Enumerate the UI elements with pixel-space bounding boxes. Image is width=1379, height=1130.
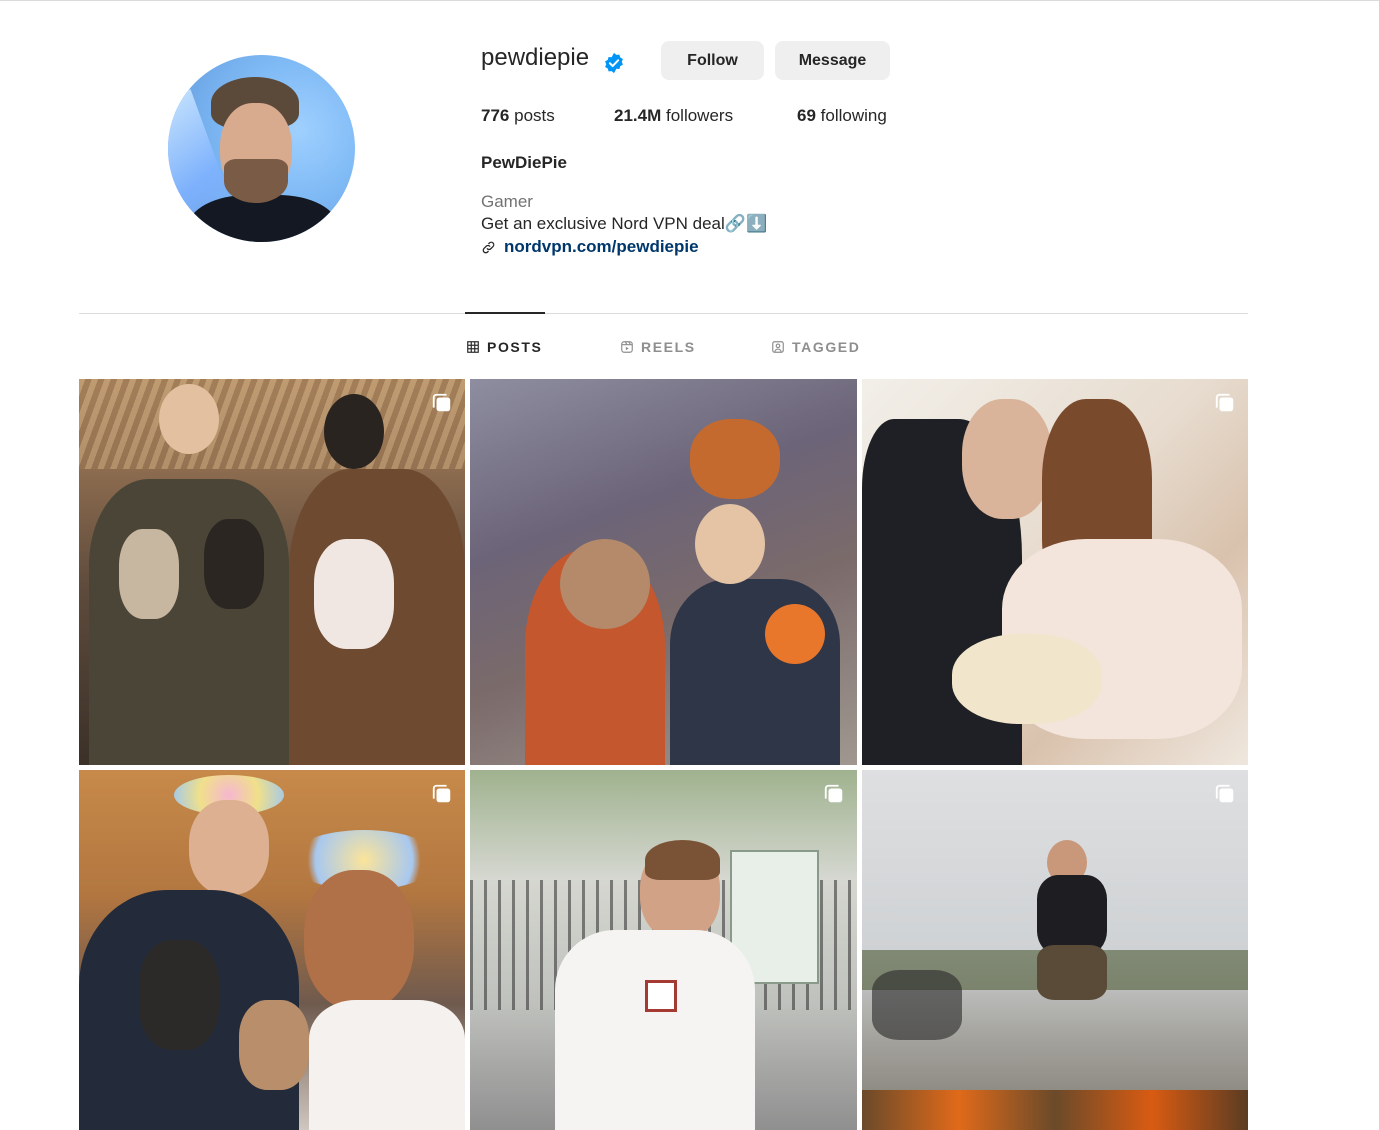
tab-reels-label: REELS (641, 339, 696, 355)
fire-pit (862, 1090, 1248, 1130)
verified-badge-icon (605, 52, 623, 74)
following-label: following (820, 106, 887, 125)
black-pug (204, 519, 264, 609)
pug-dog (119, 529, 179, 619)
man-hair (645, 840, 720, 880)
profile-username: pewdiepie (481, 44, 590, 71)
person-hair (324, 394, 384, 469)
grid-icon (467, 341, 479, 353)
tabs-divider (79, 313, 1248, 314)
multiple-photos-icon (824, 784, 843, 803)
man-head (695, 504, 765, 584)
black-pug (139, 940, 219, 1050)
link-icon (482, 241, 495, 253)
profile-link-text: nordvpn.com/pewdiepie (504, 237, 699, 256)
pumpkin (690, 419, 780, 499)
tab-posts-label: POSTS (487, 339, 543, 355)
jumper-shirt (1037, 875, 1107, 955)
profile-category: Gamer (481, 192, 533, 211)
post-thumbnail-4[interactable] (79, 770, 465, 1130)
woman-hair (304, 870, 414, 1010)
newborn (952, 634, 1102, 724)
post-thumbnail-5[interactable] (470, 770, 857, 1130)
jumper-shorts (1037, 945, 1107, 1000)
profile-link[interactable]: nordvpn.com/pewdiepie (481, 237, 699, 257)
ceiling-slats (79, 379, 465, 469)
woman-head (560, 539, 650, 629)
tab-tagged-label: TAGGED (792, 339, 861, 355)
top-divider (0, 0, 1379, 1)
tab-reels[interactable]: REELS (620, 338, 696, 356)
active-tab-indicator (465, 312, 545, 314)
man-head (189, 800, 269, 895)
posts-count: 776 (481, 106, 510, 125)
baby (314, 539, 394, 649)
multiple-photos-icon (1215, 393, 1234, 412)
fawn-pug (239, 1000, 309, 1090)
person-coat (89, 479, 289, 765)
post-thumbnail-6[interactable] (862, 770, 1248, 1130)
man-head (962, 399, 1052, 519)
followers-count: 21.4M (614, 106, 662, 125)
white-tshirt (555, 930, 755, 1130)
following-stat[interactable]: 69 following (797, 106, 887, 126)
avatar-beard (224, 159, 288, 203)
post-thumbnail-2[interactable] (470, 379, 857, 765)
woman-dress (309, 1000, 465, 1130)
tab-posts[interactable]: POSTS (466, 338, 542, 356)
post-thumbnail-1[interactable] (79, 379, 465, 765)
post-thumbnail-3[interactable] (862, 379, 1248, 765)
multiple-photos-icon (432, 393, 451, 412)
follow-button[interactable]: Follow (661, 41, 764, 80)
posts-label: posts (514, 106, 555, 125)
profile-avatar[interactable] (168, 55, 355, 242)
tab-tagged[interactable]: TAGGED (771, 338, 860, 356)
multiple-photos-icon (1215, 784, 1234, 803)
message-button[interactable]: Message (775, 41, 890, 80)
profile-full-name: PewDiePie (481, 153, 567, 172)
followers-stat[interactable]: 21.4M followers (614, 106, 733, 126)
tagged-icon (772, 341, 784, 353)
reels-icon (621, 341, 633, 353)
multiple-photos-icon (432, 784, 451, 803)
posts-stat: 776 posts (481, 106, 555, 126)
baby-hat (765, 604, 825, 664)
followers-label: followers (665, 106, 734, 125)
following-count: 69 (797, 106, 816, 125)
profile-bio: Get an exclusive Nord VPN deal🔗⬇️ (481, 214, 768, 233)
runners (872, 970, 962, 1040)
man-jacket (670, 579, 840, 765)
shirt-logo (645, 980, 677, 1012)
person-head (159, 384, 219, 454)
